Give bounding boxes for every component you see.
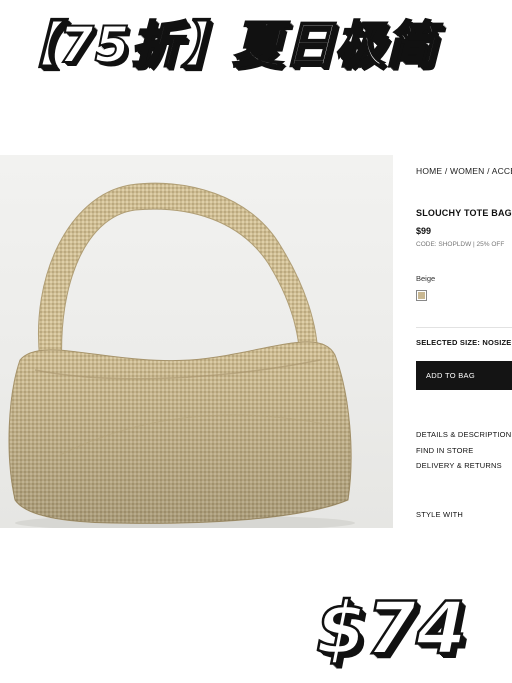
- breadcrumb[interactable]: HOME / WOMEN / ACCESSORIES: [416, 166, 512, 176]
- product-info-panel: HOME / WOMEN / ACCESSORIES SLOUCHY TOTE …: [416, 160, 512, 530]
- promo-banner-title: 【75折】夏日极简: [7, 15, 437, 75]
- product-price: $99: [416, 226, 432, 236]
- selected-size-label[interactable]: SELECTED SIZE: NOSIZE: [416, 338, 511, 347]
- details-description-link[interactable]: DETAILS & DESCRIPTION: [416, 430, 511, 439]
- add-to-bag-button[interactable]: ADD TO BAG: [416, 361, 512, 390]
- tote-bag-illustration: [8, 182, 355, 528]
- swatch-fill: [418, 292, 425, 299]
- style-with-heading: STYLE WITH: [416, 510, 464, 519]
- color-swatch-beige[interactable]: [416, 290, 427, 301]
- divider: [416, 327, 512, 328]
- color-label: Beige: [416, 274, 436, 283]
- delivery-returns-link[interactable]: DELIVERY & RETURNS: [416, 461, 502, 470]
- find-in-store-link[interactable]: FIND IN STORE: [416, 446, 473, 455]
- product-title: SLOUCHY TOTE BAG: [416, 208, 512, 218]
- discount-code-text: CODE: SHOPLDW | 25% OFF: [416, 241, 505, 248]
- sale-price-overlay: $74: [315, 586, 468, 670]
- product-image[interactable]: [0, 155, 393, 528]
